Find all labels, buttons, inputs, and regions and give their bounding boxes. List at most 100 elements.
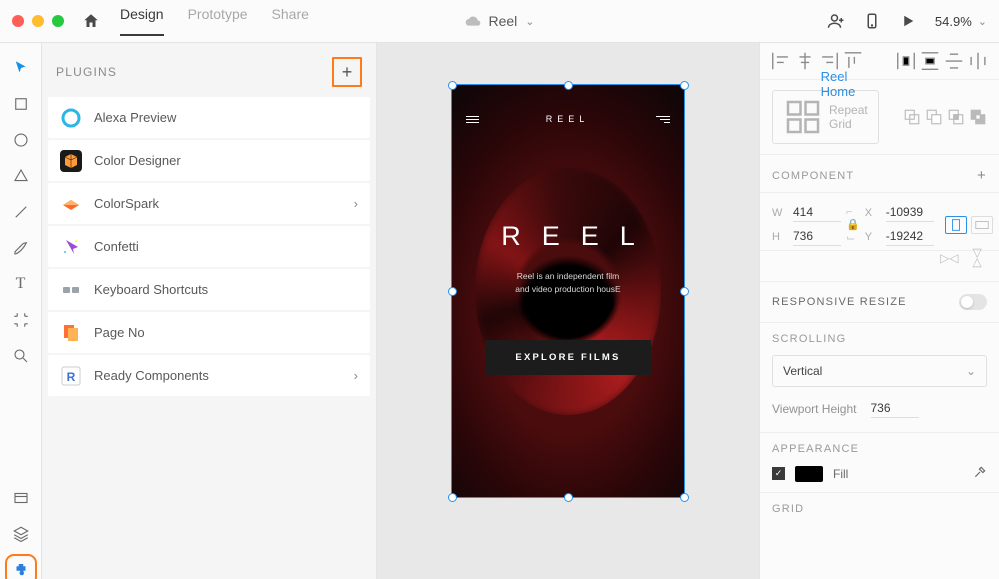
home-icon[interactable] xyxy=(82,12,100,30)
mobile-preview-icon[interactable] xyxy=(863,12,881,30)
scrolling-section: SCROLLING Vertical ⌄ Viewport Height xyxy=(760,323,999,433)
plugin-label: Page No xyxy=(94,325,145,340)
zoom-value: 54.9% xyxy=(935,14,972,29)
plugins-panel-icon[interactable] xyxy=(12,561,30,579)
plugin-label: Alexa Preview xyxy=(94,110,176,125)
plugin-icon xyxy=(60,150,82,172)
distribute-v-icon[interactable] xyxy=(919,50,941,72)
width-input[interactable] xyxy=(793,203,841,222)
layers-panel-icon[interactable] xyxy=(12,525,30,543)
boolean-add-icon[interactable] xyxy=(903,108,921,126)
component-title: COMPONENT xyxy=(772,170,854,182)
plugin-icon xyxy=(60,322,82,344)
plugin-icon xyxy=(60,193,82,215)
explore-films-button: EXPLORE FILMS xyxy=(485,340,650,375)
landscape-orientation-button[interactable] xyxy=(971,216,993,234)
distribute-v2-icon[interactable] xyxy=(943,50,965,72)
assets-panel-icon[interactable] xyxy=(12,489,30,507)
portrait-orientation-button[interactable] xyxy=(945,216,967,234)
line-tool-icon[interactable] xyxy=(12,203,30,221)
plugin-label: Confetti xyxy=(94,239,139,254)
plugin-item[interactable]: Confetti xyxy=(48,226,370,267)
inspector-panel: Repeat Grid COMPONENT + W ⌐🔒⌙ X H xyxy=(759,43,999,579)
plugins-panel-title: PLUGINS xyxy=(56,65,117,79)
plugin-item[interactable]: Page No xyxy=(48,312,370,353)
minimize-window-button[interactable] xyxy=(32,15,44,27)
filter-icon xyxy=(656,116,670,123)
text-tool-icon[interactable]: T xyxy=(12,275,30,293)
rectangle-tool-icon[interactable] xyxy=(12,95,30,113)
repeat-grid-row: Repeat Grid xyxy=(760,80,999,155)
add-plugin-button[interactable]: + xyxy=(332,57,362,87)
plugin-item[interactable]: Alexa Preview xyxy=(48,97,370,138)
flip-vertical-icon[interactable]: ▷◁ xyxy=(971,249,985,267)
plugin-label: Color Designer xyxy=(94,153,181,168)
artboard-tool-icon[interactable] xyxy=(12,311,30,329)
scrolling-title: SCROLLING xyxy=(772,333,987,345)
plugin-icon: R xyxy=(60,365,82,387)
polygon-tool-icon[interactable] xyxy=(12,167,30,185)
plugin-item[interactable]: Keyboard Shortcuts xyxy=(48,269,370,310)
tab-prototype[interactable]: Prototype xyxy=(188,6,248,36)
plugin-item[interactable]: Color Designer xyxy=(48,140,370,181)
y-input[interactable] xyxy=(886,227,934,246)
boolean-intersect-icon[interactable] xyxy=(947,108,965,126)
plugin-item[interactable]: RReady Components› xyxy=(48,355,370,396)
chevron-down-icon: ⌄ xyxy=(966,364,976,378)
chevron-down-icon: ⌄ xyxy=(978,15,987,28)
distribute-h2-icon[interactable] xyxy=(967,50,989,72)
flip-horizontal-icon[interactable]: ▷◁ xyxy=(940,251,958,265)
window-controls xyxy=(12,15,64,27)
plugin-label: ColorSpark xyxy=(94,196,159,211)
responsive-title: RESPONSIVE RESIZE xyxy=(772,296,907,308)
lock-aspect-icon[interactable]: ⌐🔒⌙ xyxy=(846,206,860,244)
invite-icon[interactable] xyxy=(827,12,845,30)
artboard[interactable]: ●●●●● Carrier ⏦ 9:41 AM ⚢ 42% ▯ REEL REE… xyxy=(452,85,684,497)
zoom-level[interactable]: 54.9% ⌄ xyxy=(935,14,987,29)
boolean-exclude-icon[interactable] xyxy=(969,108,987,126)
plugin-item[interactable]: ColorSpark› xyxy=(48,183,370,224)
viewport-height-input[interactable] xyxy=(871,399,919,418)
tagline-line-2: and video production housE xyxy=(515,284,620,294)
grid-section-header: GRID xyxy=(760,493,999,525)
plugins-panel: PLUGINS + Alexa Preview Color Designer Col… xyxy=(42,43,377,579)
eyedropper-icon[interactable] xyxy=(973,465,987,482)
boolean-subtract-icon[interactable] xyxy=(925,108,943,126)
mode-tabs: Design Prototype Share xyxy=(120,6,309,36)
maximize-window-button[interactable] xyxy=(52,15,64,27)
cloud-sync-icon xyxy=(464,13,480,29)
x-input[interactable] xyxy=(886,203,934,222)
tab-share[interactable]: Share xyxy=(272,6,309,36)
select-tool-icon[interactable] xyxy=(12,59,30,77)
tab-design[interactable]: Design xyxy=(120,6,164,36)
chevron-right-icon: › xyxy=(354,368,358,383)
zoom-tool-icon[interactable] xyxy=(12,347,30,365)
plugin-icon xyxy=(60,107,82,129)
responsive-toggle[interactable] xyxy=(959,294,987,310)
design-canvas[interactable]: Reel Home ●●●●● Carrier ⏦ 9:41 AM ⚢ 42% … xyxy=(377,43,759,579)
tagline-line-1: Reel is an independent film xyxy=(517,271,620,281)
scroll-mode-dropdown[interactable]: Vertical ⌄ xyxy=(772,355,987,387)
artboard-label[interactable]: Reel Home xyxy=(821,69,856,99)
add-component-icon[interactable]: + xyxy=(977,167,987,184)
pen-tool-icon[interactable] xyxy=(12,239,30,257)
fill-label: Fill xyxy=(833,467,848,481)
repeat-grid-label: Repeat Grid xyxy=(829,103,868,131)
fill-checkbox[interactable]: ✓ xyxy=(772,467,785,480)
viewport-height-label: Viewport Height xyxy=(772,402,857,416)
fill-color-swatch[interactable] xyxy=(795,466,823,482)
app-logo-small: REEL xyxy=(546,114,590,124)
x-label: X xyxy=(865,207,881,219)
play-preview-icon[interactable] xyxy=(899,12,917,30)
ellipse-tool-icon[interactable] xyxy=(12,131,30,149)
align-hcenter-icon[interactable] xyxy=(794,50,816,72)
distribute-h-icon[interactable] xyxy=(895,50,917,72)
align-left-icon[interactable] xyxy=(770,50,792,72)
height-input[interactable] xyxy=(793,227,841,246)
transform-section: W ⌐🔒⌙ X H Y xyxy=(760,193,999,251)
appearance-title: APPEARANCE xyxy=(772,443,987,455)
close-window-button[interactable] xyxy=(12,15,24,27)
align-row xyxy=(760,43,999,80)
svg-text:R: R xyxy=(67,370,76,384)
document-title[interactable]: Reel ⌄ xyxy=(464,13,534,29)
